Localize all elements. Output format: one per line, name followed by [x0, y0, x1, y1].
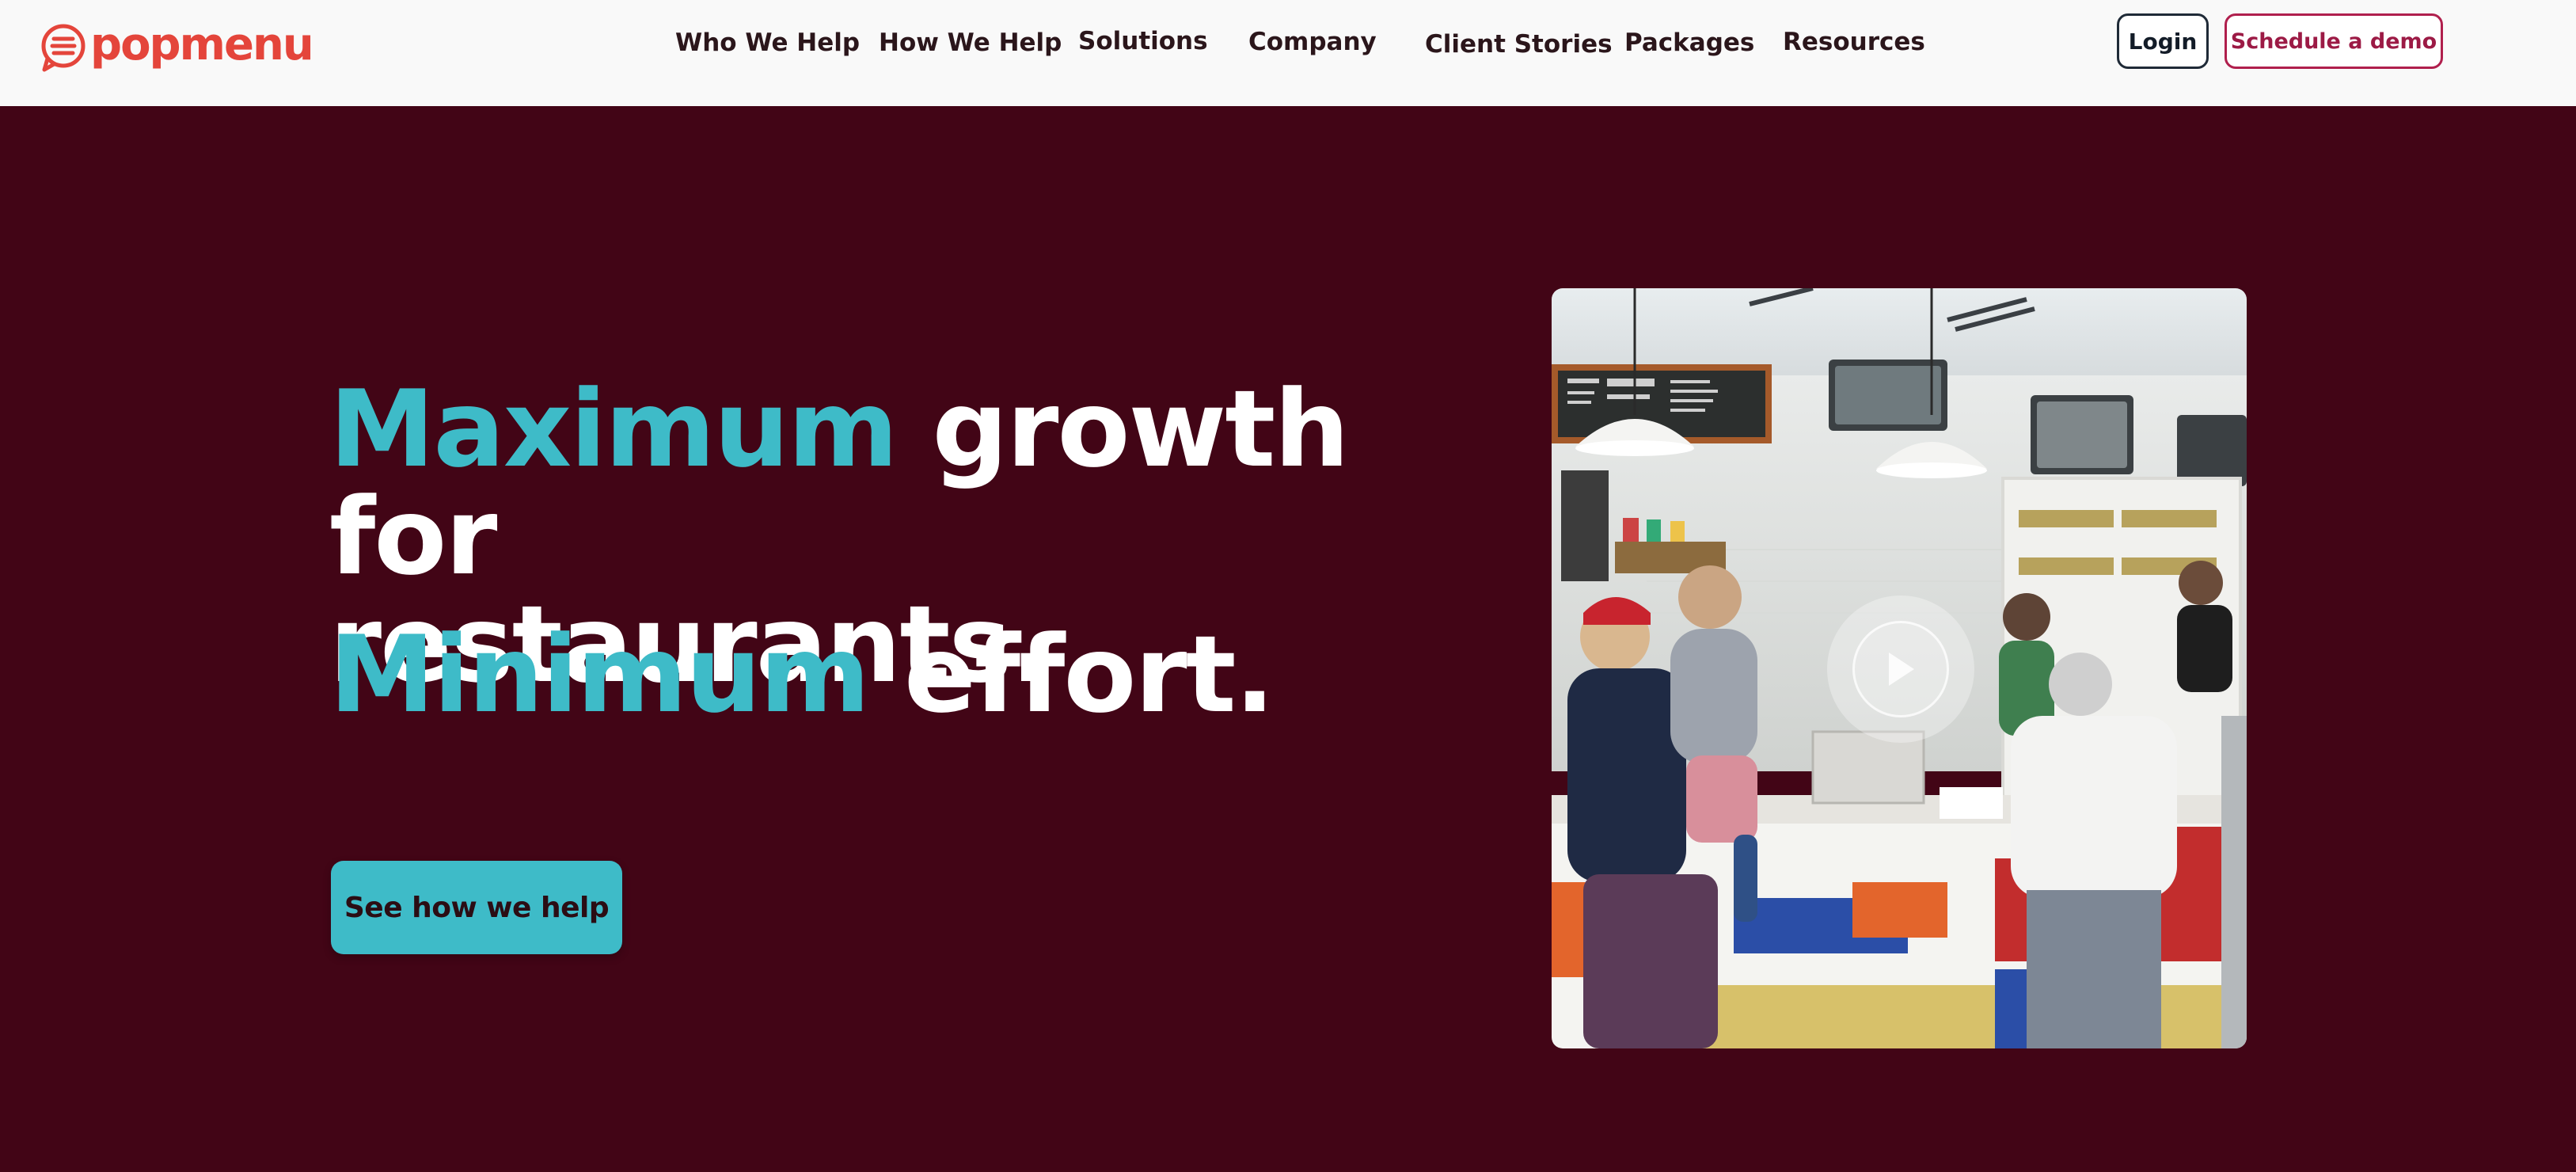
hero-section: Maximum growth for restaurants. Minimum …	[0, 106, 2576, 1172]
subline-accent-word: Minimum	[329, 613, 870, 736]
site-header: popmenu Who We Help How We Help Solution…	[0, 0, 2576, 106]
hero-subheadline: Minimum effort.	[329, 621, 1275, 729]
play-button[interactable]	[1827, 596, 1974, 743]
login-button[interactable]: Login	[2117, 13, 2209, 69]
play-triangle-icon	[1889, 653, 1914, 686]
nav-client-stories[interactable]: Client Stories	[1425, 27, 1613, 62]
play-icon	[1852, 621, 1949, 717]
subline-text: effort.	[903, 613, 1275, 736]
nav-packages[interactable]: Packages	[1624, 25, 1754, 60]
nav-resources[interactable]: Resources	[1783, 25, 1925, 59]
nav-solutions[interactable]: Solutions	[1078, 24, 1208, 59]
schedule-demo-button[interactable]: Schedule a demo	[2225, 13, 2443, 69]
headline-accent-word: Maximum	[329, 367, 899, 491]
nav-who-we-help[interactable]: Who We Help	[675, 25, 860, 60]
nav-company[interactable]: Company	[1248, 25, 1377, 59]
popmenu-logo[interactable]: popmenu	[40, 19, 314, 74]
nav-how-we-help[interactable]: How We Help	[879, 25, 1062, 60]
logo-wordmark: popmenu	[90, 19, 314, 70]
see-how-we-help-button[interactable]: See how we help	[331, 861, 622, 954]
hero-video[interactable]	[1552, 288, 2247, 1048]
menu-speech-bubble-icon	[41, 24, 85, 72]
